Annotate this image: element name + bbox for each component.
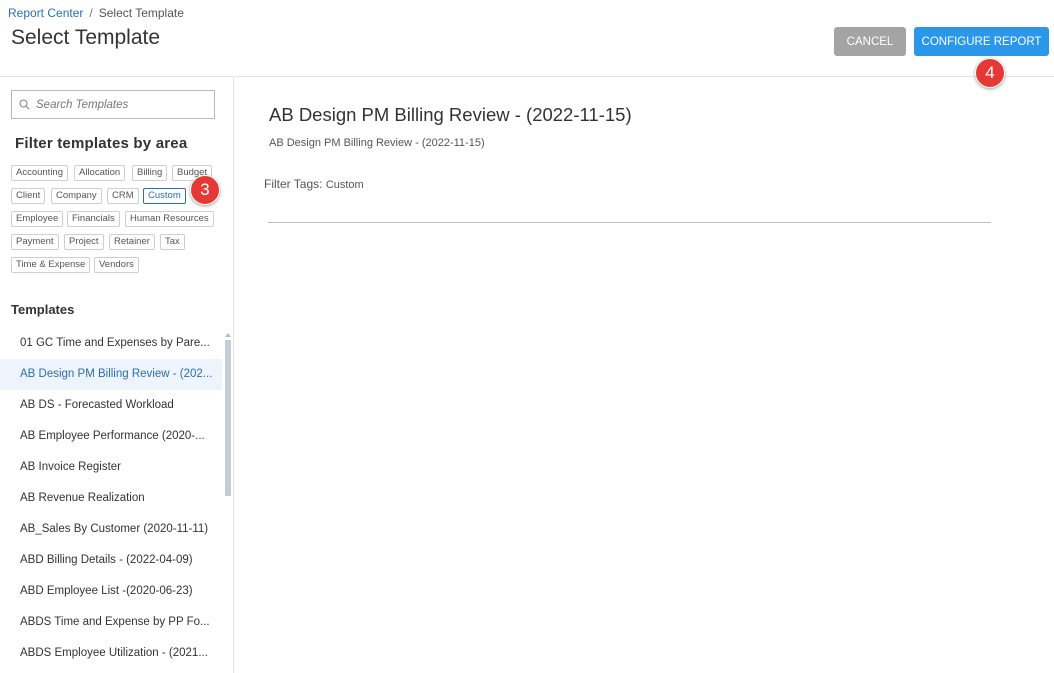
step-3-marker: 3 — [190, 175, 220, 205]
filter-tag-allocation[interactable]: Allocation — [74, 165, 126, 181]
template-item[interactable]: ABD Employee List -(2020-06-23) — [0, 576, 222, 607]
template-sidebar: Filter templates by area Accounting Allo… — [0, 77, 234, 673]
search-templates-input[interactable] — [36, 98, 206, 111]
breadcrumb-current: Select Template — [98, 6, 184, 20]
filter-tags-label: Filter Tags: — [264, 177, 323, 191]
filter-tag-vendors[interactable]: Vendors — [94, 257, 139, 273]
breadcrumb: Report Center / Select Template — [8, 6, 184, 20]
page-header: Report Center / Select Template Select Tem… — [0, 0, 1054, 77]
cancel-button[interactable]: CANCEL — [834, 27, 906, 56]
template-item[interactable]: AB Invoice Register — [0, 452, 222, 483]
template-filter-tags: Filter Tags: Custom — [264, 177, 364, 191]
page-title: Select Template — [11, 26, 161, 49]
filter-tag-retainer[interactable]: Retainer — [109, 234, 155, 250]
filter-tag-accounting[interactable]: Accounting — [11, 165, 69, 181]
filter-tag-time-expense[interactable]: Time & Expense — [11, 257, 91, 273]
template-item[interactable]: 01 GC Time and Expenses by Pare... — [0, 328, 222, 359]
filter-tag-crm[interactable]: CRM — [107, 188, 139, 204]
scrollbar-thumb[interactable] — [225, 340, 231, 496]
templates-heading: Templates — [11, 302, 75, 317]
breadcrumb-separator: / — [89, 6, 93, 20]
scroll-up-arrow-icon[interactable] — [225, 333, 231, 337]
step-4-marker: 4 — [975, 58, 1005, 88]
filter-tag-financials[interactable]: Financials — [67, 211, 120, 227]
filter-tag-company[interactable]: Company — [51, 188, 102, 204]
configure-report-button[interactable]: CONFIGURE REPORT — [914, 27, 1049, 56]
template-item-selected[interactable]: AB Design PM Billing Review - (202... — [0, 359, 222, 390]
detail-divider — [268, 222, 991, 223]
filter-tag-payment[interactable]: Payment — [11, 234, 59, 250]
filter-tag-custom[interactable]: Custom — [143, 188, 186, 204]
search-icon — [19, 99, 30, 110]
template-item[interactable]: AB Employee Performance (2020-... — [0, 421, 222, 452]
template-item[interactable]: ABDS Time and Expense by PP Fo... — [0, 607, 222, 638]
filter-area-heading: Filter templates by area — [15, 135, 188, 152]
filter-tag-client[interactable]: Client — [11, 188, 46, 204]
filter-tag-billing[interactable]: Billing — [132, 165, 168, 181]
template-item[interactable]: AB_Sales By Customer (2020-11-11) — [0, 514, 222, 545]
filter-tag-employee[interactable]: Employee — [11, 211, 64, 227]
filter-tag-human-resources[interactable]: Human Resources — [125, 211, 214, 227]
template-detail-subtitle: AB Design PM Billing Review - (2022-11-1… — [269, 137, 485, 149]
filter-tags-value: Custom — [325, 179, 364, 191]
template-item[interactable]: ABDS Employee Utilization - (2021... — [0, 638, 222, 669]
template-item[interactable]: AB DS - Forecasted Workload — [0, 390, 222, 421]
filter-tag-tax[interactable]: Tax — [160, 234, 185, 250]
template-item[interactable]: ABD Billing Details - (2022-04-09) — [0, 545, 222, 576]
template-list: 01 GC Time and Expenses by Pare... AB De… — [0, 328, 222, 669]
template-item[interactable]: AB Revenue Realization — [0, 483, 222, 514]
template-detail-title: AB Design PM Billing Review - (2022-11-1… — [269, 104, 632, 125]
breadcrumb-report-center[interactable]: Report Center — [8, 6, 83, 20]
filter-tag-project[interactable]: Project — [64, 234, 104, 250]
search-templates-box[interactable] — [11, 90, 215, 119]
